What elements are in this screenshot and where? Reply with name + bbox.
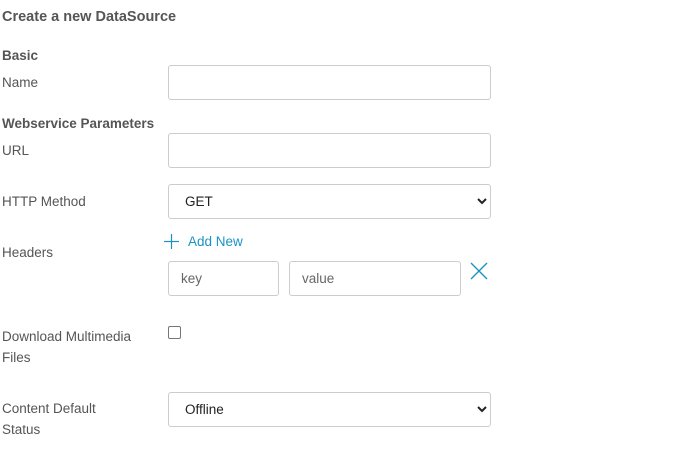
content-default-status-label: Content Default Status xyxy=(2,398,96,440)
download-multimedia-label: Download Multimedia Files xyxy=(2,326,131,368)
add-new-header-button[interactable]: Add New xyxy=(163,233,243,250)
section-basic-heading: Basic xyxy=(2,48,39,63)
content-default-status-select[interactable]: Offline xyxy=(168,392,491,427)
http-method-label: HTTP Method xyxy=(2,194,86,209)
headers-label: Headers xyxy=(2,245,54,260)
remove-header-button[interactable] xyxy=(469,261,489,281)
download-multimedia-label-line1: Download Multimedia xyxy=(2,329,132,344)
http-method-select[interactable]: GET xyxy=(168,184,491,219)
download-multimedia-checkbox[interactable] xyxy=(168,326,181,339)
header-key-input[interactable] xyxy=(168,261,279,296)
name-input[interactable] xyxy=(168,65,491,100)
content-default-status-label-line2: Status xyxy=(2,422,41,437)
header-value-input[interactable] xyxy=(289,261,461,296)
add-new-label: Add New xyxy=(188,234,243,249)
url-input[interactable] xyxy=(168,133,491,168)
plus-icon xyxy=(164,234,179,249)
section-webservice-heading: Webservice Parameters xyxy=(2,116,155,131)
content-default-status-label-line1: Content Default xyxy=(2,401,96,416)
url-label: URL xyxy=(2,143,30,158)
close-icon xyxy=(470,262,488,280)
name-label: Name xyxy=(2,75,39,90)
page-title: Create a new DataSource xyxy=(2,9,177,25)
download-multimedia-label-line2: Files xyxy=(2,350,31,365)
